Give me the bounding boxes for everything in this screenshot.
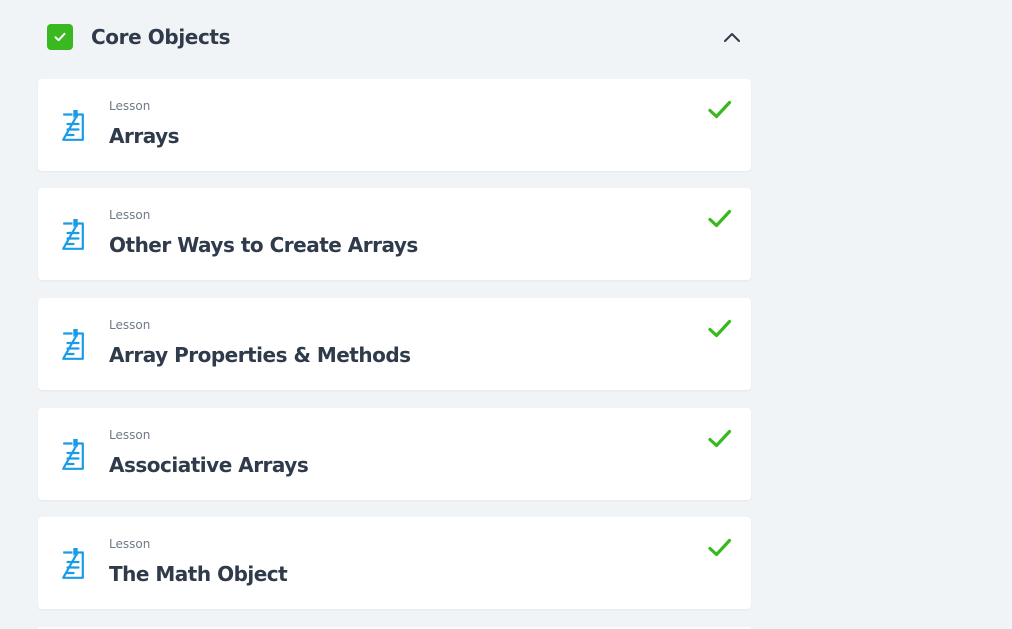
section-header[interactable]: Core Objects <box>47 24 744 50</box>
section-complete-checkbox-icon <box>47 24 73 50</box>
lesson-item-other-ways-to-create-arrays[interactable]: Lesson Other Ways to Create Arrays <box>38 188 751 280</box>
lesson-item-arrays[interactable]: Lesson Arrays <box>38 79 751 171</box>
lesson-title: Arrays <box>109 124 180 148</box>
lesson-type-label: Lesson <box>109 428 151 442</box>
lesson-type-label: Lesson <box>109 99 151 113</box>
lesson-document-icon <box>62 548 84 579</box>
lesson-document-icon <box>62 219 84 250</box>
checkmark-icon <box>708 319 732 338</box>
collapse-section-button[interactable] <box>720 25 744 49</box>
lesson-item-the-math-object[interactable]: Lesson The Math Object <box>38 517 751 609</box>
lesson-title: Array Properties & Methods <box>109 343 411 367</box>
section-title: Core Objects <box>91 25 231 49</box>
lesson-item-associative-arrays[interactable]: Lesson Associative Arrays <box>38 408 751 500</box>
checkmark-icon <box>708 429 732 448</box>
lesson-title: The Math Object <box>109 562 288 586</box>
lesson-type-label: Lesson <box>109 537 151 551</box>
lesson-document-icon <box>62 439 84 470</box>
checkmark-icon <box>708 538 732 557</box>
lesson-title: Associative Arrays <box>109 453 309 477</box>
checkmark-icon <box>708 209 732 228</box>
lesson-document-icon <box>62 329 84 360</box>
lesson-title: Other Ways to Create Arrays <box>109 233 418 257</box>
lesson-document-icon <box>62 110 84 141</box>
checkmark-icon <box>708 100 732 119</box>
lesson-type-label: Lesson <box>109 318 151 332</box>
lesson-type-label: Lesson <box>109 208 151 222</box>
lesson-item-array-properties-methods[interactable]: Lesson Array Properties & Methods <box>38 298 751 390</box>
chevron-up-icon <box>724 33 740 42</box>
